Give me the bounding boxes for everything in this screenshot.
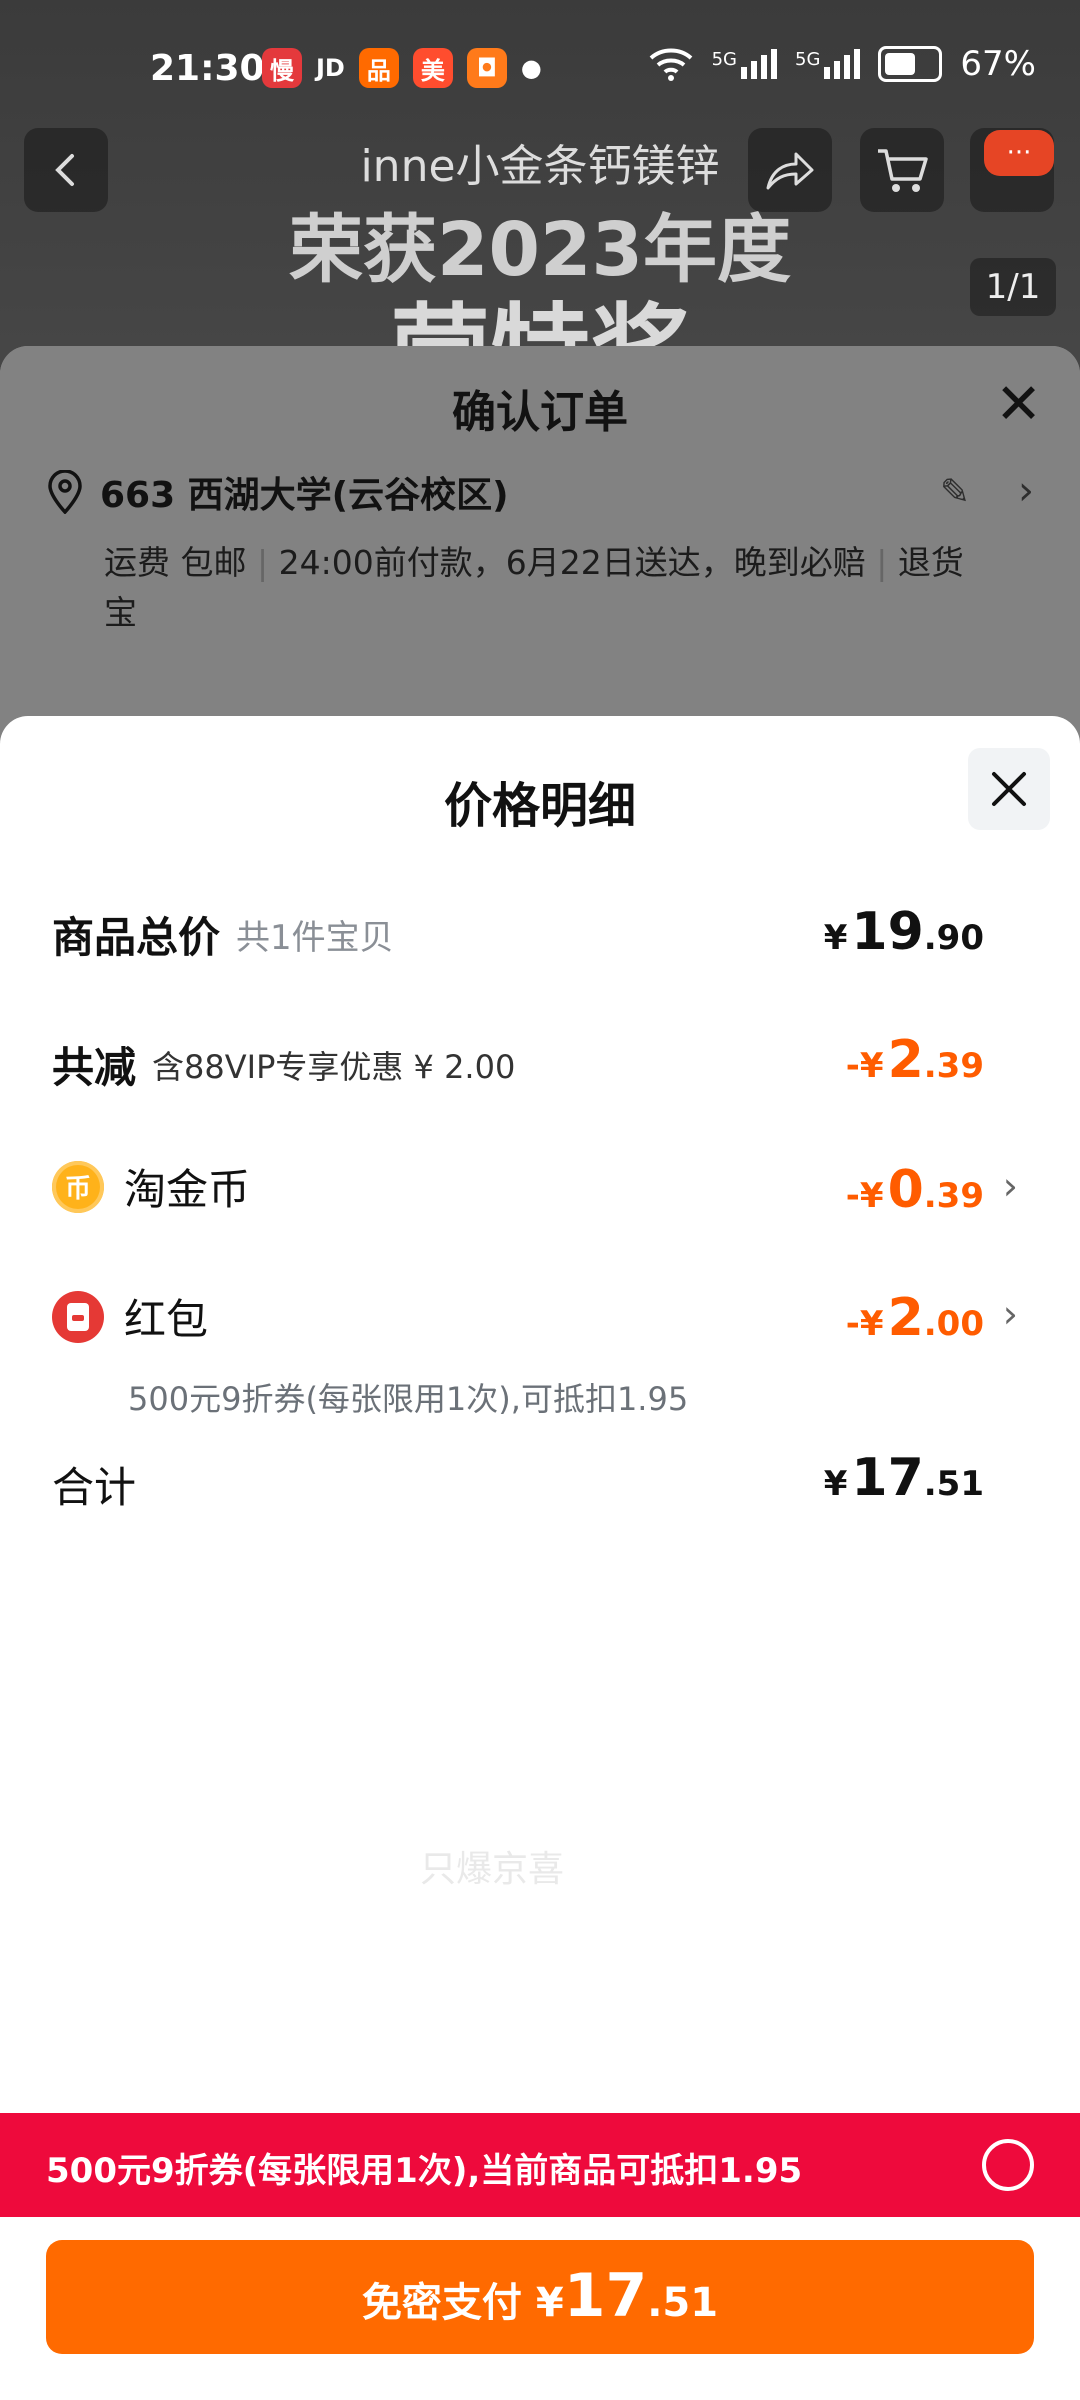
product-banner-line2: 营特奖 <box>0 270 1080 350</box>
app-icon-jd: JD <box>316 54 345 82</box>
cart-icon <box>878 149 928 192</box>
hongbao-label: 红包 <box>124 1295 209 1344</box>
goods-count: 共1件宝贝 <box>236 918 394 958</box>
hongbao-chevron-icon[interactable]: › <box>1003 1292 1018 1336</box>
app-icon-meituan: 美 <box>412 48 453 88</box>
more-notifications-dot: ● <box>520 54 542 82</box>
cart-button[interactable] <box>860 128 944 212</box>
pay-currency: ¥ <box>535 2280 564 2326</box>
share-icon <box>766 152 814 190</box>
goods-total-label: 商品总价 <box>52 913 221 962</box>
total-discount-amount: -¥ 2.39 <box>845 1030 984 1090</box>
battery-percent: 67% <box>960 44 1036 84</box>
back-arrow-icon <box>55 154 74 186</box>
total-label: 合计 <box>52 1463 137 1512</box>
wifi-icon <box>649 48 692 81</box>
close-icon <box>992 772 1026 806</box>
hongbao-amount[interactable]: -¥ 2.00 <box>846 1288 984 1348</box>
share-button[interactable] <box>748 128 832 212</box>
price-detail-title: 价格明细 <box>443 778 636 834</box>
signal-icon-2: 5G <box>795 49 861 79</box>
app-icon-manmanbuy: 慢 <box>262 48 302 88</box>
battery-icon <box>878 46 943 82</box>
coupon-radio[interactable] <box>982 2139 1034 2191</box>
status-bar: 21:30 慢 JD 品 美 ◘ ● 5G 5G 67% <box>0 0 1080 120</box>
app-icon-pinduoduo: 品 <box>358 48 399 88</box>
back-button[interactable] <box>24 128 108 212</box>
coupon-text: 500元9折券(每张限用1次),当前商品可抵扣1.95 <box>46 2151 803 2191</box>
taojinbi-chevron-icon[interactable]: › <box>1003 1164 1018 1208</box>
watermark: 只爆京喜 <box>420 1849 565 1890</box>
pay-button[interactable]: 免密支付 ¥ 17 .51 <box>46 2240 1034 2354</box>
status-time: 21:30 <box>150 48 265 89</box>
vip-discount-note: 含88VIP专享优惠 ¥ 2.00 <box>152 1047 516 1086</box>
image-counter: 1/1 <box>970 258 1056 316</box>
total-discount-label: 共减 <box>52 1043 137 1092</box>
pay-amount-int: 17 <box>563 2261 648 2331</box>
total-amount: ¥17.51 <box>823 1448 984 1508</box>
taojinbi-label: 淘金币 <box>124 1165 251 1214</box>
pay-button-label: 免密支付 <box>361 2280 522 2326</box>
taojinbi-amount[interactable]: -¥ 0.39 <box>846 1160 984 1220</box>
app-icon-redenvelope: ◘ <box>466 48 507 88</box>
goods-total-amount: ¥19.90 <box>823 902 984 962</box>
signal-icon-1: 5G <box>712 49 778 79</box>
hongbao-coupon-note: 500元9折券(每张限用1次),可抵扣1.95 <box>128 1380 689 1418</box>
notification-icons: 慢 JD 品 美 ◘ ● <box>262 48 542 88</box>
pay-amount-dec: .51 <box>647 2280 719 2326</box>
coin-icon: 币 <box>52 1160 104 1213</box>
close-button[interactable] <box>968 748 1050 830</box>
coupon-bar[interactable]: 500元9折券(每张限用1次),当前商品可抵扣1.95 <box>0 2113 1080 2217</box>
red-envelope-icon <box>52 1290 104 1343</box>
more-badge: ··· <box>984 130 1054 176</box>
status-right: 5G 5G 67% <box>648 44 1036 84</box>
